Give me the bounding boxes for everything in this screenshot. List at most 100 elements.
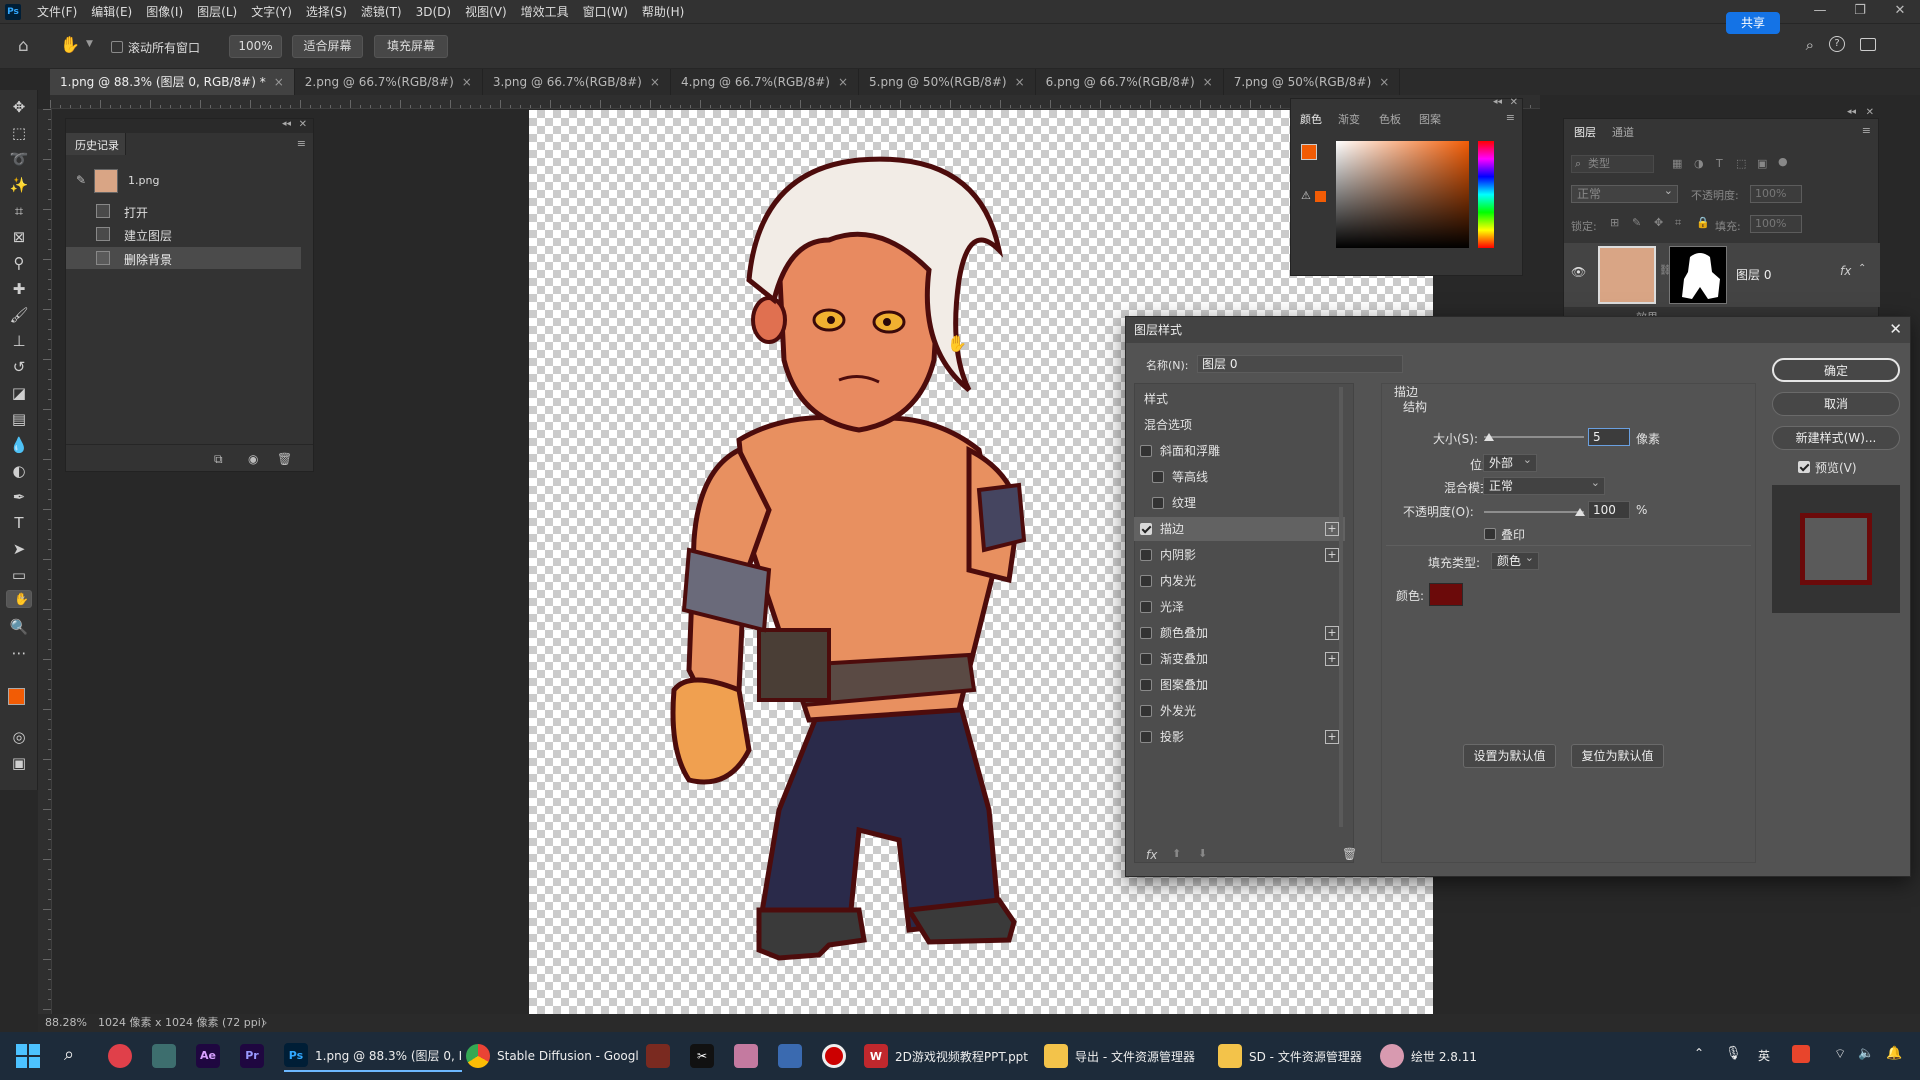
document-info[interactable]: 1024 像素 x 1024 像素 (72 ppi) bbox=[98, 1014, 265, 1032]
ok-button[interactable]: 确定 bbox=[1772, 358, 1900, 382]
zoom-level[interactable]: 88.28% bbox=[45, 1014, 87, 1032]
chevron-down-icon[interactable]: ▼ bbox=[86, 39, 93, 49]
style-item[interactable]: 描边 + bbox=[1134, 517, 1345, 541]
zoom-tool-icon[interactable]: 🔍 bbox=[6, 616, 32, 638]
eraser-tool-icon[interactable]: ◪ bbox=[6, 382, 32, 404]
panel-menu-icon[interactable]: ≡ bbox=[1862, 124, 1871, 137]
path-select-icon[interactable]: ➤ bbox=[6, 538, 32, 560]
foreground-color-swatch[interactable] bbox=[1301, 144, 1317, 160]
filter-smart-object-icon[interactable]: ▣ bbox=[1757, 157, 1767, 170]
scroll-all-windows-checkbox[interactable] bbox=[111, 41, 123, 53]
style-checkbox[interactable] bbox=[1152, 497, 1164, 509]
filter-shape-icon[interactable]: ⬚ bbox=[1736, 157, 1746, 170]
app-icon[interactable] bbox=[108, 1044, 132, 1068]
trash-icon[interactable]: 🗑 bbox=[277, 452, 292, 466]
taskbar-wps[interactable]: W 2D游戏视频教程PPT.ppt bbox=[864, 1040, 1028, 1072]
app-icon[interactable] bbox=[152, 1044, 176, 1068]
filter-toggle-icon[interactable]: ● bbox=[1778, 155, 1788, 168]
history-item-active[interactable]: 删除背景 bbox=[66, 247, 301, 269]
after-effects-icon[interactable]: Ae bbox=[196, 1044, 220, 1068]
lock-transparent-icon[interactable]: ⊞ bbox=[1610, 216, 1619, 229]
style-checkbox[interactable] bbox=[1140, 445, 1152, 457]
workspace-icon[interactable] bbox=[1860, 38, 1876, 51]
style-item[interactable]: 图案叠加 bbox=[1134, 673, 1345, 697]
color-field[interactable] bbox=[1336, 141, 1469, 248]
close-panel-icon[interactable]: ✕ bbox=[1510, 97, 1518, 108]
taskbar-explorer-sd[interactable]: SD - 文件资源管理器 bbox=[1218, 1040, 1362, 1072]
hand-tool-icon[interactable]: ✋ bbox=[60, 35, 80, 54]
menu-image[interactable]: 图像(I) bbox=[139, 3, 190, 20]
frame-tool-icon[interactable]: ⊠ bbox=[6, 226, 32, 248]
size-slider-thumb[interactable] bbox=[1484, 433, 1494, 441]
styles-header[interactable]: 样式 bbox=[1134, 387, 1345, 411]
app-icon[interactable] bbox=[778, 1044, 802, 1068]
type-tool-icon[interactable]: T bbox=[6, 512, 32, 534]
taskbar-huishi[interactable]: 绘世 2.8.11 bbox=[1380, 1040, 1477, 1072]
style-item[interactable]: 投影 + bbox=[1134, 725, 1345, 749]
tab-5png[interactable]: 5.png @ 50%(RGB/8#) × bbox=[859, 69, 1036, 95]
style-item[interactable]: 内发光 bbox=[1134, 569, 1345, 593]
filter-pixel-icon[interactable]: ▦ bbox=[1672, 157, 1682, 170]
pen-tool-icon[interactable]: ✒ bbox=[6, 486, 32, 508]
layer-name-input[interactable]: 图层 0 bbox=[1197, 355, 1403, 373]
tab-channels[interactable]: 通道 bbox=[1612, 124, 1634, 140]
set-default-button[interactable]: 设置为默认值 bbox=[1463, 744, 1556, 768]
restore-icon[interactable]: ❐ bbox=[1840, 0, 1880, 23]
taskbar-chrome[interactable]: Stable Diffusion - Googl bbox=[466, 1040, 639, 1072]
stroke-color-swatch[interactable] bbox=[1429, 583, 1463, 606]
new-style-button[interactable]: 新建样式(W)... bbox=[1772, 426, 1900, 450]
menu-help[interactable]: 帮助(H) bbox=[635, 3, 691, 20]
style-checkbox[interactable] bbox=[1140, 679, 1152, 691]
add-effect-icon[interactable]: + bbox=[1325, 522, 1339, 536]
fx-icon[interactable]: fx bbox=[1840, 264, 1851, 278]
move-tool-icon[interactable]: ✥ bbox=[6, 96, 32, 118]
fill-type-select[interactable]: 颜色 bbox=[1491, 550, 1539, 570]
tab-gradient[interactable]: 渐变 bbox=[1338, 111, 1360, 127]
sogou-icon[interactable] bbox=[1792, 1045, 1810, 1063]
close-tab-icon[interactable]: × bbox=[650, 75, 660, 89]
help-icon[interactable]: ? bbox=[1829, 36, 1845, 52]
opacity-slider-thumb[interactable] bbox=[1575, 508, 1585, 516]
crop-tool-icon[interactable]: ⌗ bbox=[6, 200, 32, 222]
foreground-color-swatch[interactable] bbox=[8, 688, 25, 705]
dialog-close-icon[interactable]: ✕ bbox=[1889, 320, 1902, 338]
overprint-checkbox[interactable] bbox=[1484, 528, 1496, 540]
tab-layers[interactable]: 图层 bbox=[1574, 124, 1596, 140]
menu-layer[interactable]: 图层(L) bbox=[190, 3, 244, 20]
menu-plugins[interactable]: 增效工具 bbox=[514, 3, 576, 20]
fit-screen-button[interactable]: 适合屏幕 bbox=[292, 35, 363, 58]
brush-tool-icon[interactable]: 🖌 bbox=[6, 304, 32, 326]
tab-4png[interactable]: 4.png @ 66.7%(RGB/8#) × bbox=[671, 69, 860, 95]
gradient-tool-icon[interactable]: ▤ bbox=[6, 408, 32, 430]
style-item[interactable]: 外发光 bbox=[1134, 699, 1345, 723]
filter-adjustment-icon[interactable]: ◑ bbox=[1694, 157, 1704, 170]
style-item[interactable]: 颜色叠加 + bbox=[1134, 621, 1345, 645]
menu-filter[interactable]: 滤镜(T) bbox=[354, 3, 409, 20]
dodge-tool-icon[interactable]: ◐ bbox=[6, 460, 32, 482]
tab-swatches[interactable]: 色板 bbox=[1379, 111, 1401, 127]
style-item[interactable]: 光泽 bbox=[1134, 595, 1345, 619]
minimize-icon[interactable]: — bbox=[1800, 0, 1840, 23]
chevron-up-icon[interactable]: ⌃ bbox=[1694, 1046, 1704, 1060]
capcut-icon[interactable]: ✂ bbox=[690, 1044, 714, 1068]
magic-wand-icon[interactable]: ✨ bbox=[6, 174, 32, 196]
style-checkbox[interactable] bbox=[1140, 601, 1152, 613]
taskbar-explorer-export[interactable]: 导出 - 文件资源管理器 bbox=[1044, 1040, 1195, 1072]
size-input[interactable]: 5 bbox=[1588, 428, 1630, 446]
chevron-up-icon[interactable]: ⌃ bbox=[1858, 263, 1866, 274]
filter-type-icon[interactable]: T bbox=[1716, 157, 1723, 170]
styles-scrollbar[interactable] bbox=[1339, 387, 1343, 827]
style-checkbox[interactable] bbox=[1140, 575, 1152, 587]
microphone-icon[interactable]: 🎙 bbox=[1725, 1046, 1742, 1061]
close-tab-icon[interactable]: × bbox=[1015, 75, 1025, 89]
reset-default-button[interactable]: 复位为默认值 bbox=[1571, 744, 1664, 768]
search-icon[interactable]: ⌕ bbox=[1806, 36, 1814, 54]
marquee-tool-icon[interactable]: ⬚ bbox=[6, 122, 32, 144]
rectangle-tool-icon[interactable]: ▭ bbox=[6, 564, 32, 586]
fx-menu-icon[interactable]: fx bbox=[1146, 848, 1157, 862]
app-icon[interactable] bbox=[734, 1044, 758, 1068]
fill-field[interactable]: 100% bbox=[1750, 215, 1802, 233]
premiere-icon[interactable]: Pr bbox=[240, 1044, 264, 1068]
fill-screen-button[interactable]: 填充屏幕 bbox=[374, 35, 448, 58]
opacity-field[interactable]: 100% bbox=[1750, 185, 1802, 203]
